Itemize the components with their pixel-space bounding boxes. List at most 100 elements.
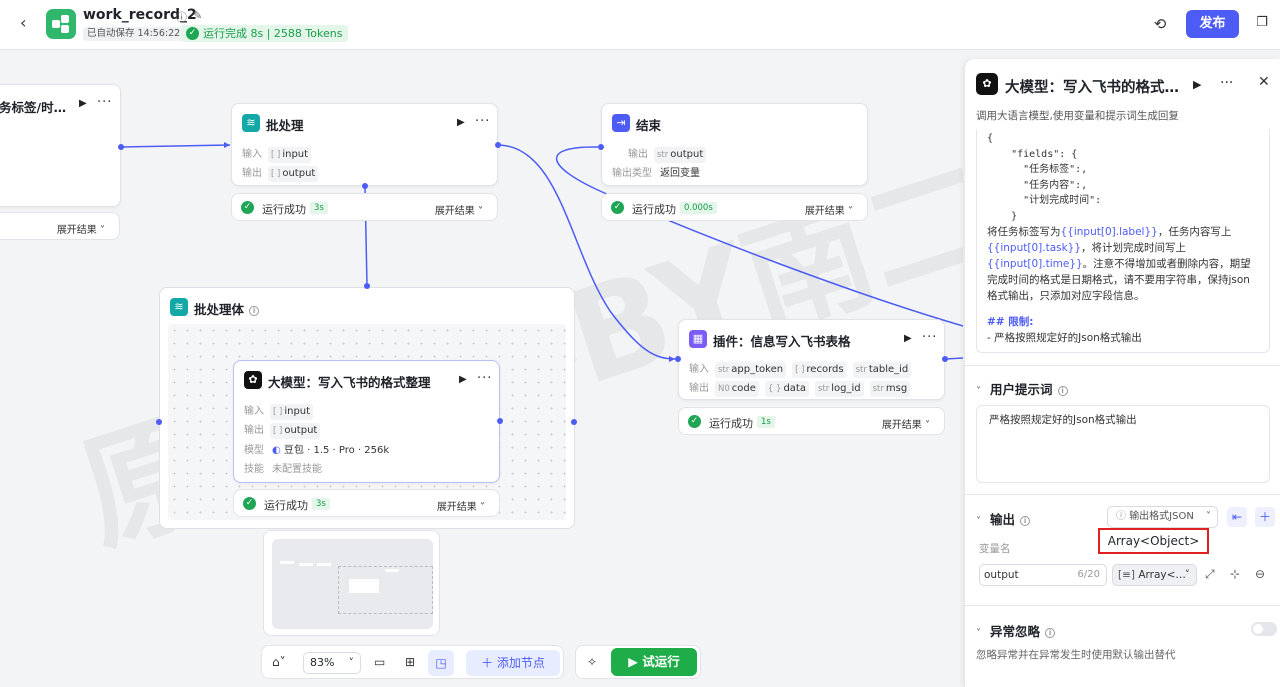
- panel-title: 大模型：写入飞书的格式…: [1005, 80, 1179, 96]
- port[interactable]: [364, 283, 370, 289]
- exit-icon: ⇥: [612, 114, 630, 132]
- model-row: 模型 ◐ 豆包 · 1.5 · Pro · 256k: [244, 445, 390, 456]
- model-logo-icon: ✿: [976, 73, 998, 95]
- port[interactable]: [362, 183, 368, 189]
- play-icon[interactable]: ▶: [457, 117, 465, 128]
- node-config-panel: ✿ 大模型：写入飞书的格式… ▶ ··· ✕ 调用大语言模型,使用变量和提示词生…: [964, 59, 1280, 687]
- run-status-badge[interactable]: ✓ 运行完成 8s | 2588 Tokens: [181, 25, 349, 42]
- add-icon[interactable]: ＋: [1255, 507, 1275, 527]
- wrench-icon[interactable]: ✧: [587, 655, 597, 669]
- zoom-select[interactable]: 83% ˅: [303, 652, 361, 674]
- success-icon: ✓: [688, 415, 701, 428]
- close-icon[interactable]: ✕: [1258, 74, 1270, 90]
- expand-icon[interactable]: ⤢: [1205, 567, 1215, 582]
- play-icon[interactable]: ▶: [904, 333, 912, 344]
- run-status-text: 运行完成 8s | 2588 Tokens: [203, 27, 343, 40]
- more-icon[interactable]: ···: [475, 114, 490, 129]
- play-icon[interactable]: ▶: [79, 98, 87, 109]
- back-arrow-icon[interactable]: ‹: [20, 14, 38, 32]
- output-type-row: 输出类型 返回变量: [612, 168, 700, 179]
- exception-toggle[interactable]: [1251, 622, 1277, 636]
- node-title: 大模型：写入飞书的格式整理: [268, 375, 431, 390]
- output-format-select[interactable]: ⓘ 输出格式JSON ˅: [1107, 506, 1218, 528]
- exception-header[interactable]: ˅ 异常忽略 i: [976, 621, 1056, 640]
- exception-note: 忽略异常并在异常发生时使用默认输出替代: [976, 649, 1176, 661]
- node-title: 插件：信息写入飞书表格: [713, 334, 851, 349]
- node-end[interactable]: ⇥ 结束 输出 str output 输出类型 返回变量: [601, 103, 868, 186]
- expand-results[interactable]: 展开结果 ˅: [57, 221, 105, 236]
- node-end-status: ✓ 运行成功 0.000s 展开结果 ˅: [601, 193, 868, 221]
- port[interactable]: [156, 419, 162, 425]
- expand-results[interactable]: 展开结果 ˅: [437, 498, 485, 513]
- group-title: 批处理体 i: [194, 299, 260, 318]
- prompt-paragraph: 将任务标签写为{{input[0].label}}，任务内容写上{{input[…: [987, 226, 1251, 302]
- expand-results[interactable]: 展开结果 ˅: [435, 202, 483, 217]
- port[interactable]: [118, 144, 124, 150]
- user-prompt-input[interactable]: 严格按照规定好的Json格式输出: [976, 405, 1270, 483]
- output-row: 输出 N0 code{ } data str log_id str msg: [689, 379, 911, 397]
- user-prompt-header[interactable]: ˅ 用户提示词 i: [976, 379, 1068, 398]
- remove-icon[interactable]: ⊖: [1255, 567, 1265, 581]
- minimap-toggle-icon[interactable]: ◳: [428, 650, 454, 676]
- mouse-icon[interactable]: ⌂˅: [272, 655, 286, 669]
- expand-results[interactable]: 展开结果 ˅: [882, 416, 930, 431]
- output-row: 输出 str output: [628, 145, 707, 163]
- more-icon[interactable]: ···: [97, 95, 112, 110]
- play-icon[interactable]: ▶: [459, 374, 467, 385]
- node-plugin[interactable]: ▦ 插件：信息写入飞书表格 ▶ ··· 输入 str app_token[ ] rec…: [678, 319, 945, 400]
- chevron-down-icon: ˅: [976, 628, 981, 639]
- chevron-down-icon: ˅: [976, 516, 981, 527]
- port[interactable]: [942, 356, 948, 362]
- publish-button[interactable]: 发布: [1186, 10, 1239, 38]
- workflow-canvas[interactable]: 原创内容BY南二 务标签/时… ▶ ··· 展开结果 ˅ ≋ 批处理 ▶ ···…: [0, 51, 963, 687]
- edit-icon[interactable]: ✎: [193, 9, 202, 22]
- more-icon[interactable]: ···: [922, 330, 937, 345]
- output-row: 输出[ ] output: [244, 421, 321, 439]
- run-toolbar: ✧ ▶ 试运行: [575, 645, 701, 679]
- model-logo-icon: ✿: [244, 371, 262, 389]
- window-icon[interactable]: ❐: [1253, 14, 1271, 32]
- comment-icon[interactable]: ▭: [374, 655, 385, 669]
- import-icon[interactable]: ⇤: [1227, 507, 1247, 527]
- input-row: 输入[ ] input: [242, 145, 312, 163]
- add-child-icon[interactable]: ⊹: [1230, 567, 1240, 581]
- input-row: 输入[ ] input: [244, 402, 314, 420]
- history-icon[interactable]: ⟲: [1150, 14, 1170, 34]
- info-icon[interactable]: i: [1045, 628, 1056, 638]
- info-icon[interactable]: i: [1057, 386, 1068, 396]
- more-icon[interactable]: ···: [1220, 75, 1233, 91]
- system-prompt-box[interactable]: { "fields": { "任务标签":, "任务内容":, "计划完成时间"…: [976, 129, 1270, 353]
- var-name-label: 变量名: [979, 543, 1011, 555]
- duration-badge: 3s: [312, 498, 330, 510]
- node-llm[interactable]: ✿ 大模型：写入飞书的格式整理 ▶ ··· 输入[ ] input 输出[ ] ou…: [233, 360, 500, 483]
- port[interactable]: [571, 419, 577, 425]
- expand-results[interactable]: 展开结果 ˅: [805, 202, 853, 217]
- port[interactable]: [495, 142, 501, 148]
- skill-row: 技能 未配置技能: [244, 464, 322, 475]
- play-icon[interactable]: ▶: [1193, 78, 1201, 91]
- output-header[interactable]: ˅ 输出 i: [976, 509, 1031, 528]
- app-logo: [46, 9, 76, 39]
- port[interactable]: [598, 144, 604, 150]
- port[interactable]: [675, 356, 681, 362]
- prompt-code: { "fields": { "任务标签":, "任务内容":, "计划完成时间"…: [987, 133, 1102, 222]
- status-text: 运行成功: [262, 203, 306, 216]
- info-icon[interactable]: ⓘ: [176, 9, 187, 25]
- trial-run-button[interactable]: ▶ 试运行: [611, 648, 697, 676]
- output-row: 输出[ ] output: [242, 164, 319, 182]
- node-batch[interactable]: ≋ 批处理 ▶ ··· 输入[ ] input 输出[ ] output: [231, 103, 498, 186]
- info-icon[interactable]: i: [1020, 516, 1031, 526]
- var-name-input[interactable]: output 6/20: [979, 564, 1107, 586]
- add-node-button[interactable]: ＋ 添加节点: [466, 650, 560, 676]
- layout-grid-icon[interactable]: ⊞: [405, 655, 415, 669]
- minimap[interactable]: [263, 530, 440, 636]
- node-plugin-status: ✓ 运行成功 1s 展开结果 ˅: [678, 407, 945, 435]
- var-type-select[interactable]: [≡] Array<… ˅: [1112, 564, 1197, 586]
- more-icon[interactable]: ···: [477, 371, 492, 386]
- limit-item: - 严格按照规定好的Json格式输出: [987, 332, 1142, 344]
- info-icon[interactable]: i: [249, 306, 260, 316]
- duration-badge: 3s: [310, 202, 328, 214]
- node-partial[interactable]: 务标签/时… ▶ ···: [0, 84, 121, 207]
- port[interactable]: [497, 418, 503, 424]
- node-batch-status: ✓ 运行成功 3s 展开结果 ˅: [231, 193, 498, 221]
